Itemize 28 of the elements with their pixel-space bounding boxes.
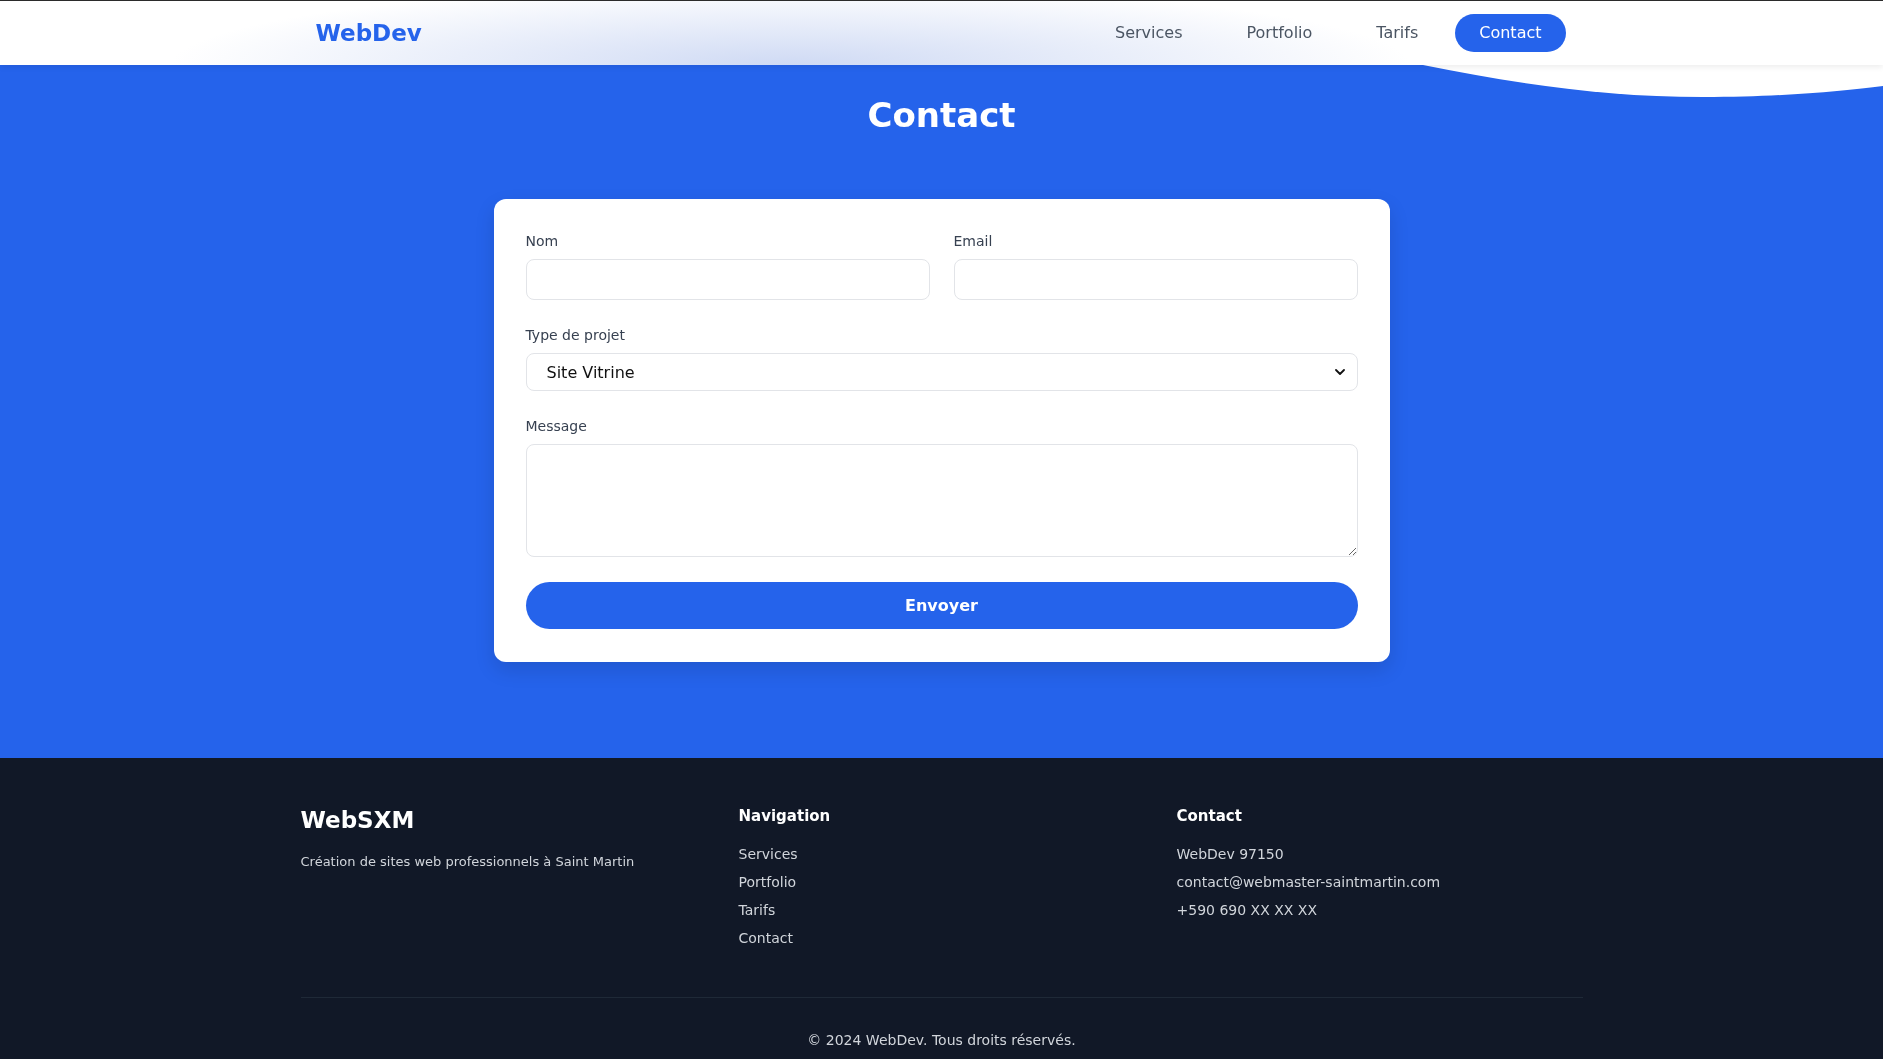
contact-detail: +590 690 XX XX XX: [1176, 901, 1318, 920]
submit-button[interactable]: Envoyer: [525, 582, 1358, 629]
footer-link[interactable]: Contact: [738, 928, 793, 948]
footer-link[interactable]: Services: [738, 844, 798, 864]
nav-link[interactable]: Services: [1103, 14, 1195, 52]
field-label: Message: [525, 417, 587, 436]
chevron-down-icon: [1334, 369, 1345, 375]
select-field[interactable]: Site Vitrine: [525, 353, 1358, 391]
message-textarea[interactable]: [525, 444, 1358, 557]
footer-link[interactable]: Tarifs: [738, 900, 776, 920]
page-title: Contact: [867, 95, 1016, 136]
field-label: Email: [953, 232, 993, 251]
nav-link[interactable]: Tarifs: [1364, 14, 1431, 52]
contact-detail: contact@webmaster-saintmartin.com: [1176, 873, 1441, 892]
input-field[interactable]: [525, 259, 930, 300]
contact-detail: WebDev 97150: [1176, 845, 1284, 864]
footer-heading: Contact: [1176, 806, 1242, 826]
field-label: Nom: [525, 232, 559, 251]
footer-link[interactable]: Portfolio: [738, 872, 797, 892]
nav-link[interactable]: Portfolio: [1234, 14, 1325, 52]
logo[interactable]: WebDev: [315, 20, 422, 46]
copyright-text: © 2024 WebDev. Tous droits réservés.: [806, 1031, 1077, 1050]
footer-heading: Navigation: [738, 806, 831, 826]
input-field[interactable]: [953, 259, 1358, 300]
footer-tagline: Création de sites web professionnels à Saint Martin: [300, 853, 635, 871]
footer-brand: WebSXM: [300, 806, 415, 834]
field-label: Type de projet: [525, 326, 625, 345]
nav-button[interactable]: Contact: [1455, 14, 1566, 52]
